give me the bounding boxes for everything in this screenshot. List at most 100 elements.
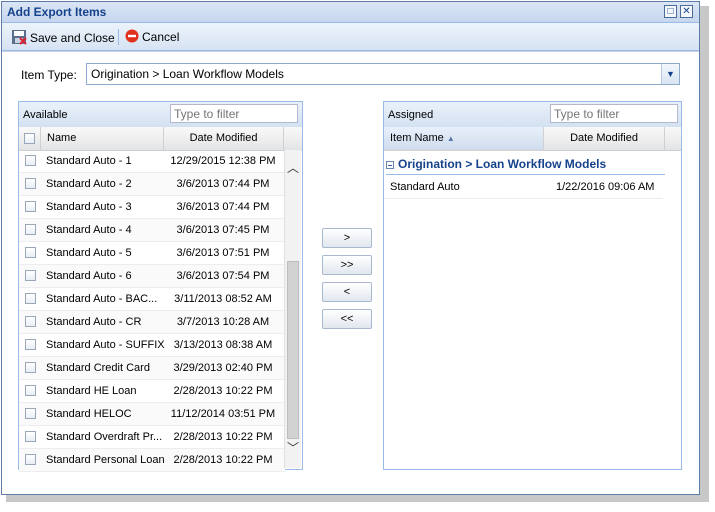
date-modified: 2/28/2013 10:22 PM <box>173 454 273 466</box>
sort-ascending-icon: ▲ <box>446 134 455 143</box>
column-date-modified[interactable]: Date Modified <box>164 127 284 150</box>
item-name: Standard Auto - 1 <box>46 155 132 167</box>
add-all-button[interactable]: >> <box>322 255 372 275</box>
row-checkbox[interactable] <box>24 177 36 189</box>
row-checkbox-cell <box>19 196 41 218</box>
row-checkbox[interactable] <box>24 200 36 212</box>
dialog-title: Add Export Items <box>7 5 107 19</box>
column-name[interactable]: Name <box>41 127 164 150</box>
assigned-title: Assigned <box>388 109 434 121</box>
row-checkbox-cell <box>19 242 41 264</box>
scroll-up-icon[interactable]: ︿ <box>285 160 301 176</box>
remove-all-button[interactable]: << <box>322 309 372 329</box>
select-all-checkbox[interactable] <box>24 132 35 144</box>
row-checkbox[interactable] <box>24 338 36 350</box>
row-checkbox[interactable] <box>24 361 36 373</box>
table-row[interactable]: Standard Auto - BAC... 3/11/2013 08:52 AM <box>19 288 285 311</box>
table-row[interactable]: Standard Auto - CR 3/7/2013 10:28 AM <box>19 311 285 334</box>
assigned-panel: Assigned Item Name ▲ Date Modified −Orig… <box>383 101 682 470</box>
close-icon[interactable]: ✕ <box>680 5 693 18</box>
date-modified: 3/6/2013 07:44 PM <box>176 201 270 213</box>
chevron-down-icon[interactable]: ▼ <box>661 64 679 84</box>
table-row[interactable]: Standard Auto - 2 3/6/2013 07:44 PM <box>19 173 285 196</box>
item-name: Standard Auto - CR <box>46 316 142 328</box>
item-name: Standard Auto - 6 <box>46 270 132 282</box>
column-date-modified[interactable]: Date Modified <box>544 127 665 150</box>
table-row[interactable]: Standard Personal Loan 2/28/2013 10:22 PM <box>19 449 285 472</box>
item-name: Standard HE Loan <box>46 385 137 397</box>
row-checkbox-cell <box>19 380 41 402</box>
available-filter-input[interactable] <box>170 104 298 123</box>
save-and-close-button[interactable]: Save and Close <box>11 29 115 45</box>
row-checkbox[interactable] <box>24 223 36 235</box>
table-row[interactable]: Standard HELOC 11/12/2014 03:51 PM <box>19 403 285 426</box>
remove-selected-button[interactable]: < <box>322 282 372 302</box>
row-checkbox[interactable] <box>24 315 36 327</box>
maximize-icon[interactable]: □ <box>664 5 677 18</box>
date-modified: 3/6/2013 07:44 PM <box>176 178 270 190</box>
table-row[interactable]: Standard Auto 1/22/2016 09:06 AM <box>384 175 663 199</box>
table-row[interactable]: Standard Auto - 4 3/6/2013 07:45 PM <box>19 219 285 242</box>
row-checkbox[interactable] <box>24 154 36 166</box>
row-checkbox-cell <box>19 173 41 195</box>
item-name: Standard Auto - SUFFIX <box>46 339 165 351</box>
table-row[interactable]: Standard Auto - 3 3/6/2013 07:44 PM <box>19 196 285 219</box>
item-name: Standard Auto - 4 <box>46 224 132 236</box>
table-row[interactable]: Standard Overdraft Pr... 2/28/2013 10:22 … <box>19 426 285 449</box>
row-checkbox[interactable] <box>24 430 36 442</box>
row-checkbox-cell <box>19 288 41 310</box>
row-checkbox[interactable] <box>24 246 36 258</box>
assigned-column-header: Item Name ▲ Date Modified <box>384 127 681 151</box>
table-row[interactable]: Standard Auto - 6 3/6/2013 07:54 PM <box>19 265 285 288</box>
cancel-button[interactable]: Cancel <box>125 29 179 45</box>
dialog-body: Item Type: Origination > Loan Workflow M… <box>2 51 699 494</box>
item-type-select[interactable]: Origination > Loan Workflow Models ▼ <box>86 63 680 85</box>
collapse-icon[interactable]: − <box>386 160 394 169</box>
assigned-header: Assigned <box>384 102 681 128</box>
item-name: Standard Auto - BAC... <box>46 293 158 305</box>
scroll-down-icon[interactable]: ﹀ <box>285 440 301 456</box>
date-modified: 3/6/2013 07:45 PM <box>176 224 270 236</box>
table-row[interactable]: Standard Auto - 5 3/6/2013 07:51 PM <box>19 242 285 265</box>
item-type-value: Origination > Loan Workflow Models <box>91 67 284 81</box>
cancel-icon <box>125 29 139 47</box>
row-checkbox-cell <box>19 357 41 379</box>
add-export-items-dialog: Add Export Items □ ✕ Save and Close Canc… <box>1 1 700 495</box>
table-row[interactable]: Standard Auto - 1 12/29/2015 12:38 PM <box>19 150 285 173</box>
item-name: Standard Auto - 2 <box>46 178 132 190</box>
available-header: Available <box>19 102 302 128</box>
group-label: Origination > Loan Workflow Models <box>398 157 607 171</box>
available-column-header: Name Date Modified <box>19 127 302 151</box>
date-modified: 2/28/2013 10:22 PM <box>173 431 273 443</box>
item-name: Standard Credit Card <box>46 362 150 374</box>
add-selected-button[interactable]: > <box>322 228 372 248</box>
table-row[interactable]: Standard HE Loan 2/28/2013 10:22 PM <box>19 380 285 403</box>
row-checkbox[interactable] <box>24 453 36 465</box>
save-icon <box>11 29 27 49</box>
row-checkbox-cell <box>19 265 41 287</box>
save-and-close-label: Save and Close <box>30 31 115 46</box>
row-checkbox[interactable] <box>24 269 36 281</box>
table-row[interactable]: Standard Auto - SUFFIX 3/13/2013 08:38 AM <box>19 334 285 357</box>
item-name: Standard Overdraft Pr... <box>46 431 163 443</box>
scrollbar-thumb[interactable] <box>287 261 299 439</box>
title-bar: Add Export Items □ ✕ <box>2 2 699 23</box>
row-checkbox[interactable] <box>24 292 36 304</box>
available-title: Available <box>23 109 68 121</box>
row-checkbox-cell <box>19 449 41 471</box>
column-item-name[interactable]: Item Name ▲ <box>384 127 544 150</box>
row-checkbox[interactable] <box>24 407 36 419</box>
toolbar-separator <box>118 29 119 45</box>
date-modified: 3/11/2013 08:52 AM <box>174 293 272 305</box>
date-modified: 11/12/2014 03:51 PM <box>170 408 276 420</box>
date-modified: 1/22/2016 09:06 AM <box>556 181 655 193</box>
group-row[interactable]: − Origination > Loan Workflow Models <box>386 157 606 171</box>
date-modified: 3/6/2013 07:51 PM <box>176 247 270 259</box>
assigned-filter-input[interactable] <box>550 104 678 123</box>
available-scrollbar[interactable]: ︿ ﹀ <box>284 150 301 468</box>
toolbar: Save and Close Cancel <box>2 23 699 51</box>
item-name: Standard Auto - 5 <box>46 247 132 259</box>
table-row[interactable]: Standard Credit Card 3/29/2013 02:40 PM <box>19 357 285 380</box>
row-checkbox[interactable] <box>24 384 36 396</box>
date-modified: 3/6/2013 07:54 PM <box>176 270 270 282</box>
